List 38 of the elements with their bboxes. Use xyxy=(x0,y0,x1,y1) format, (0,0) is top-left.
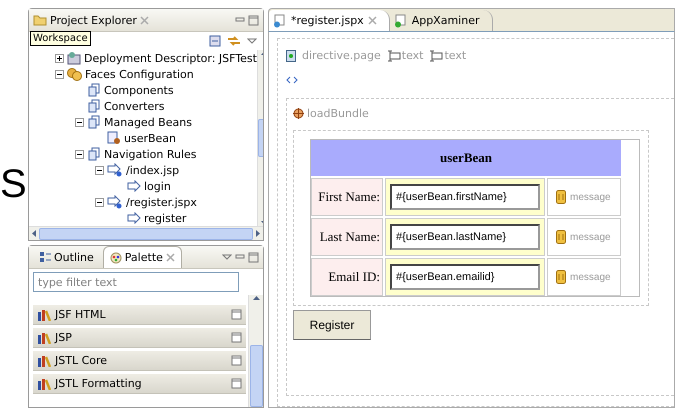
table-header: userBean xyxy=(311,140,621,176)
field-label: Email ID: xyxy=(311,258,383,296)
text-label: text xyxy=(402,49,424,62)
register-button[interactable]: Register xyxy=(293,310,371,340)
palette-drawer[interactable]: JSTL Formatting xyxy=(33,374,246,394)
load-bundle-label: loadBundle xyxy=(307,107,369,120)
panel-title: Project Explorer xyxy=(50,14,137,26)
tree-item[interactable]: userBean xyxy=(124,132,176,144)
editor-tab[interactable]: *register.jspx xyxy=(269,10,390,31)
tree-item[interactable]: Faces Configuration xyxy=(85,68,194,80)
editor-tab[interactable]: AppXaminer xyxy=(390,10,492,31)
input-field[interactable]: #{userBean.firstName} xyxy=(390,184,540,210)
palette-drawer[interactable]: JSP xyxy=(33,328,246,348)
tree-item[interactable]: login xyxy=(144,180,171,192)
input-field[interactable]: #{userBean.emailid} xyxy=(390,264,540,290)
text-label: text xyxy=(444,49,466,62)
message-label: message xyxy=(570,232,611,242)
panel-tab[interactable]: Palette xyxy=(102,246,182,268)
field-label: Last Name: xyxy=(311,218,383,256)
slide-letter: S xyxy=(0,162,28,206)
tree-item[interactable]: Components xyxy=(104,84,174,96)
tree-item[interactable]: /index.jsp xyxy=(126,164,180,176)
message-label: message xyxy=(570,192,611,202)
field-label: First Name: xyxy=(311,178,383,216)
tree-item[interactable]: /register.jspx xyxy=(126,196,197,208)
tooltip: Workspace xyxy=(30,31,91,46)
tree-item[interactable]: Converters xyxy=(104,100,165,112)
panel-tab[interactable]: Outline xyxy=(33,246,100,268)
tree-item[interactable]: Managed Beans xyxy=(104,116,192,128)
tree-item[interactable]: Deployment Descriptor: JSFTest xyxy=(84,52,257,64)
palette-drawer[interactable]: JSF HTML xyxy=(33,305,246,325)
filter-field[interactable]: type filter text xyxy=(33,272,239,292)
directive-label: directive.page xyxy=(302,49,381,62)
palette-drawer[interactable]: JSTL Core xyxy=(33,351,246,371)
input-field[interactable]: #{userBean.lastName} xyxy=(390,224,540,250)
message-label: message xyxy=(570,272,611,282)
tree-item[interactable]: register xyxy=(144,212,186,224)
tree-item[interactable]: Navigation Rules xyxy=(104,148,197,160)
